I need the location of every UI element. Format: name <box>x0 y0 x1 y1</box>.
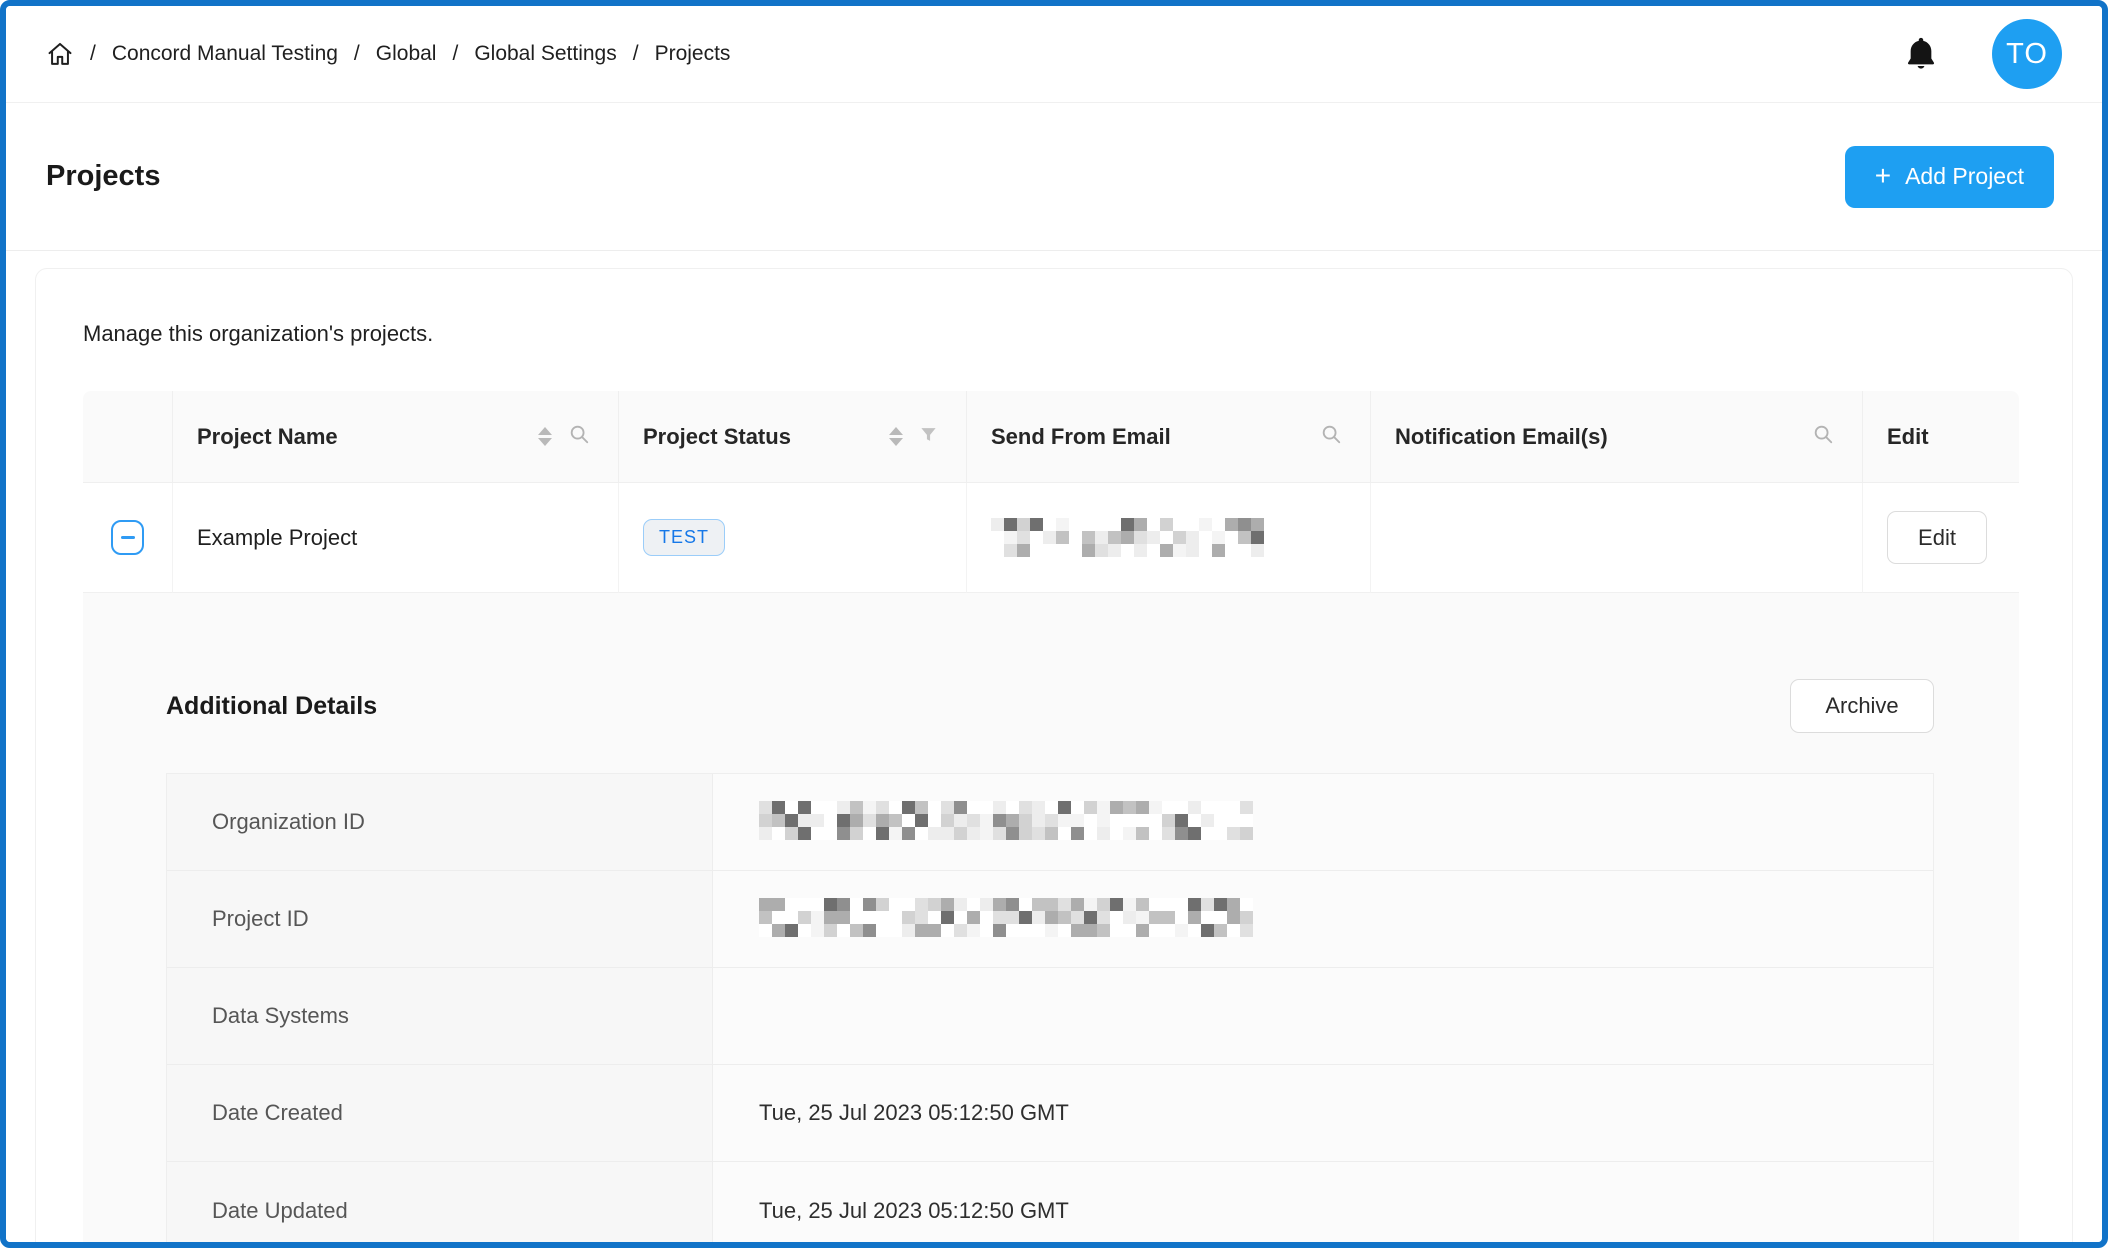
collapse-row-button[interactable] <box>111 520 144 555</box>
details-row-data-systems: Data Systems <box>167 968 1933 1065</box>
details-label: Date Updated <box>167 1162 713 1242</box>
table-header-project-name[interactable]: Project Name <box>173 391 619 483</box>
details-label: Project ID <box>167 871 713 967</box>
details-label: Date Created <box>167 1065 713 1161</box>
details-value <box>713 968 1933 1064</box>
breadcrumb-item-projects[interactable]: Projects <box>655 42 731 66</box>
sort-icon[interactable] <box>889 427 903 446</box>
details-value <box>713 871 1933 967</box>
top-navigation-bar: / Concord Manual Testing / Global / Glob… <box>6 6 2102 103</box>
details-value <box>713 774 1933 870</box>
expand-cell <box>83 483 173 593</box>
details-row-date-created: Date Created Tue, 25 Jul 2023 05:12:50 G… <box>167 1065 1933 1162</box>
user-avatar[interactable]: TO <box>1992 19 2062 89</box>
page-content: Manage this organization's projects. Pro… <box>6 251 2102 1242</box>
table-header-row: Project Name Project Status Send From Em… <box>83 391 2019 483</box>
redacted-organization-id <box>759 801 1259 843</box>
table-header-send-from-email[interactable]: Send From Email <box>967 391 1371 483</box>
breadcrumb-item-global-settings[interactable]: Global Settings <box>474 42 616 66</box>
expanded-row-details: Additional Details Archive Organization … <box>83 593 2019 1242</box>
edit-cell: Edit <box>1863 483 2019 593</box>
breadcrumb-separator: / <box>90 42 96 65</box>
column-label: Project Name <box>197 423 338 449</box>
breadcrumb-item-global[interactable]: Global <box>376 42 437 66</box>
project-status-cell: TEST <box>619 483 967 593</box>
add-project-button[interactable]: + Add Project <box>1844 145 2054 208</box>
redacted-email-value <box>991 517 1267 558</box>
notification-emails-cell <box>1371 483 1863 593</box>
table-row: Example Project TEST Edit <box>83 483 2019 593</box>
details-table: Organization ID Project ID Data Systems … <box>166 773 1934 1242</box>
card-description: Manage this organization's projects. <box>83 321 434 346</box>
notifications-bell-icon[interactable] <box>1904 35 1938 73</box>
projects-table: Project Name Project Status Send From Em… <box>83 391 2019 1242</box>
column-search-icon[interactable] <box>1320 423 1342 451</box>
status-badge: TEST <box>643 519 726 556</box>
details-label: Data Systems <box>167 968 713 1064</box>
send-from-email-cell <box>967 483 1371 593</box>
details-value: Tue, 25 Jul 2023 05:12:50 GMT <box>713 1162 1933 1242</box>
project-name: Example Project <box>197 524 358 550</box>
projects-card: Manage this organization's projects. Pro… <box>35 268 2073 1242</box>
sort-icon[interactable] <box>538 427 552 446</box>
breadcrumb-separator: / <box>632 42 639 65</box>
details-header: Additional Details Archive <box>166 679 1934 733</box>
table-header-edit: Edit <box>1863 391 2019 483</box>
project-name-cell: Example Project <box>173 483 619 593</box>
details-row-date-updated: Date Updated Tue, 25 Jul 2023 05:12:50 G… <box>167 1162 1933 1242</box>
column-search-icon[interactable] <box>568 423 590 451</box>
archive-button[interactable]: Archive <box>1790 679 1934 733</box>
redacted-project-id <box>759 898 1259 940</box>
column-label: Send From Email <box>991 423 1171 449</box>
breadcrumb-item-organization[interactable]: Concord Manual Testing <box>112 42 338 66</box>
details-label: Organization ID <box>167 774 713 870</box>
plus-icon: + <box>1874 159 1892 191</box>
column-search-icon[interactable] <box>1812 423 1834 451</box>
add-project-label: Add Project <box>1905 163 2024 189</box>
details-row-project-id: Project ID <box>167 871 1933 968</box>
app-window: / Concord Manual Testing / Global / Glob… <box>0 0 2108 1248</box>
column-label: Edit <box>1887 423 1929 449</box>
details-row-organization-id: Organization ID <box>167 774 1933 871</box>
table-header-notification-emails[interactable]: Notification Email(s) <box>1371 391 1863 483</box>
breadcrumb-separator: / <box>452 42 459 65</box>
edit-button[interactable]: Edit <box>1887 511 1987 564</box>
details-title: Additional Details <box>166 691 378 720</box>
page-header: Projects + Add Project <box>6 103 2102 251</box>
minus-icon <box>120 536 135 539</box>
breadcrumb: / Concord Manual Testing / Global / Glob… <box>46 40 730 68</box>
topbar-actions: TO <box>1904 19 2062 89</box>
table-header-project-status[interactable]: Project Status <box>619 391 967 483</box>
table-header-expand <box>83 391 173 483</box>
page-title: Projects <box>46 160 161 192</box>
column-filter-icon[interactable] <box>919 424 938 450</box>
breadcrumb-separator: / <box>353 42 360 65</box>
details-value: Tue, 25 Jul 2023 05:12:50 GMT <box>713 1065 1933 1161</box>
column-label: Notification Email(s) <box>1395 423 1608 449</box>
column-label: Project Status <box>643 423 791 449</box>
home-icon[interactable] <box>46 40 74 68</box>
